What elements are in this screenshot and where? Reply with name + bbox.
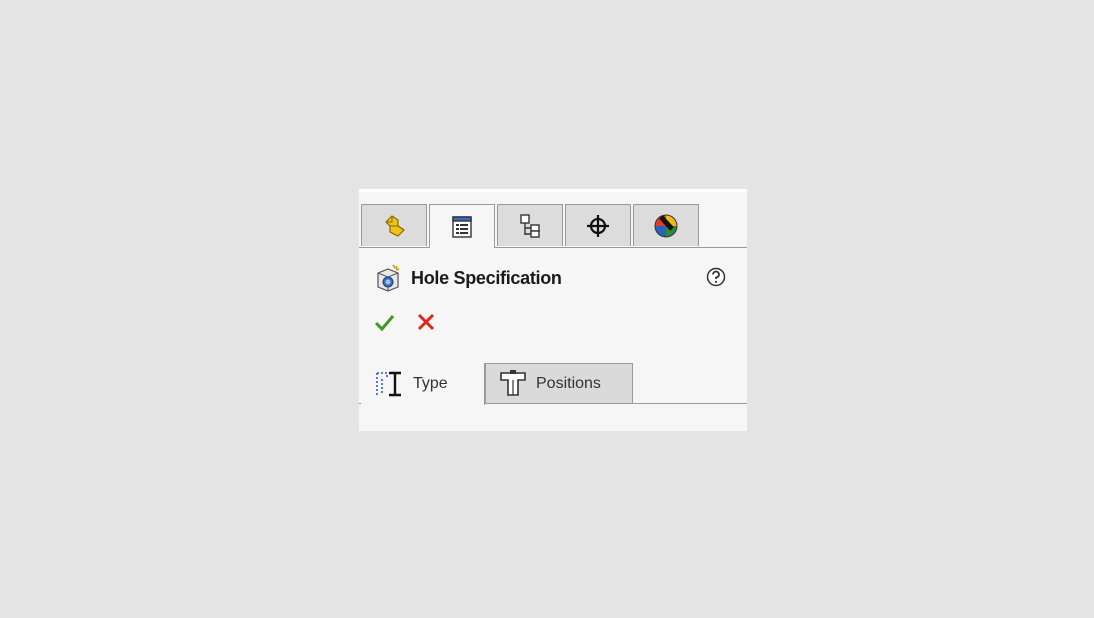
subtabs-divider-left bbox=[359, 403, 361, 404]
tab-type-label: Type bbox=[413, 375, 448, 392]
configuration-manager-icon bbox=[520, 213, 540, 238]
checkmark-icon bbox=[374, 315, 395, 332]
feature-manager-icon bbox=[385, 214, 405, 237]
ok-button[interactable] bbox=[373, 311, 395, 333]
close-icon bbox=[417, 313, 435, 331]
type-icon bbox=[376, 371, 401, 397]
subtabs-divider bbox=[485, 403, 747, 404]
action-buttons bbox=[373, 311, 437, 333]
dimxpert-manager-icon bbox=[587, 214, 609, 237]
tab-configuration-manager[interactable] bbox=[497, 204, 563, 246]
tab-property-manager[interactable] bbox=[429, 204, 495, 248]
tab-positions-label: Positions bbox=[536, 374, 601, 392]
tab-type[interactable]: Type bbox=[361, 363, 485, 405]
manager-tabs bbox=[361, 204, 701, 248]
tabs-divider bbox=[359, 247, 747, 248]
page-title: Hole Specification bbox=[411, 267, 562, 288]
help-button[interactable] bbox=[706, 267, 726, 291]
feature-header: Hole Specification bbox=[373, 263, 562, 293]
tab-display-manager[interactable] bbox=[633, 204, 699, 246]
tab-positions[interactable]: Positions bbox=[485, 363, 633, 403]
hole-wizard-icon bbox=[377, 264, 400, 292]
property-manager-icon bbox=[452, 215, 472, 238]
hole-wizard-subtabs: Type Positions bbox=[361, 363, 633, 405]
display-manager-icon bbox=[654, 214, 678, 237]
tab-feature-manager[interactable] bbox=[361, 204, 427, 246]
positions-icon bbox=[500, 369, 526, 396]
cancel-button[interactable] bbox=[415, 311, 437, 333]
tab-dimxpert-manager[interactable] bbox=[565, 204, 631, 246]
property-manager-panel: Hole Specification Type Positions bbox=[359, 189, 747, 431]
help-icon bbox=[706, 267, 726, 287]
top-strip bbox=[359, 189, 747, 192]
